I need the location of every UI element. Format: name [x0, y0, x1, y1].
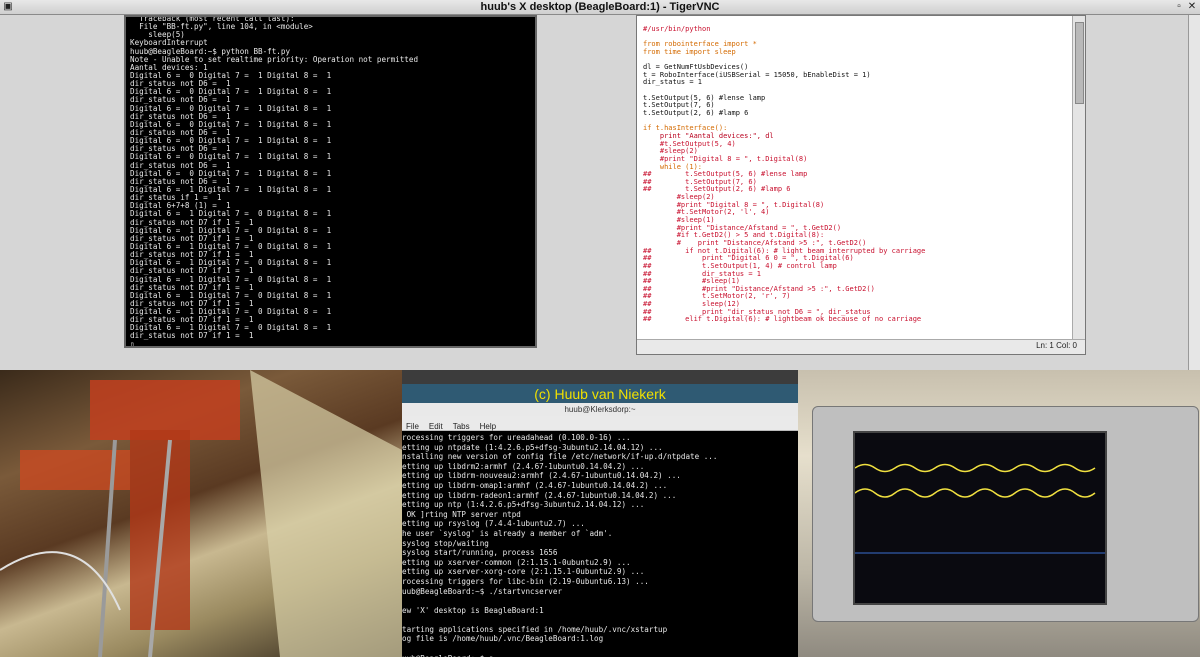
code-text: #/usr/bin/python from robointerface impor…: [643, 25, 925, 324]
code-line: t.SetOutput(2, 6) #lamp 6: [643, 109, 749, 118]
xterm-line: og file is /home/huub/.vnc/BeagleBoard:1…: [402, 634, 604, 644]
window-title: huub's X desktop (BeagleBoard:1) - Tiger…: [480, 1, 720, 13]
menu-help[interactable]: Help: [480, 420, 496, 434]
xterm-line: etting up libdrm2:armhf (2.4.67-1ubuntu0…: [402, 461, 645, 471]
menu-edit[interactable]: Edit: [429, 420, 443, 434]
minimize-icon[interactable]: ▫: [1174, 2, 1184, 12]
xterm-line: [402, 615, 717, 625]
remote-desktop-area[interactable]: Traceback (most recent call last): File …: [0, 15, 1200, 370]
xterm-line: etting up xserver-xorg-core (2:1.15.1-0u…: [402, 567, 645, 577]
xterm-title: huub@Klerksdorp:~: [564, 405, 636, 414]
terminal-window[interactable]: Traceback (most recent call last): File …: [124, 15, 537, 348]
remote-top-panel: [402, 370, 798, 384]
xterm-line: [402, 644, 717, 654]
code-line: from time import sleep: [643, 47, 736, 56]
menu-file[interactable]: File: [406, 420, 419, 434]
xterm-line: rocessing triggers for ureadahead (0.100…: [402, 433, 631, 442]
xterm-line: etting up ntpdate (1:4.2.6.p5+dfsg-3ubun…: [402, 442, 663, 452]
code-editor-window[interactable]: #/usr/bin/python from robointerface impor…: [636, 15, 1086, 355]
menu-tabs[interactable]: Tabs: [453, 420, 470, 434]
xterm-line: etting up libdrm-omap1:armhf (2.4.67-1ub…: [402, 480, 668, 490]
xterm-line: etting up xserver-common (2:1.15.1-0ubun…: [402, 557, 631, 567]
xterm-line: OK ]rting NTP server ntpd: [402, 509, 521, 519]
cursor-position: Ln: 1 Col: 0: [1036, 341, 1077, 350]
close-icon[interactable]: ✕: [1187, 2, 1197, 12]
oscilloscope-screen: [853, 431, 1107, 605]
robot-photo: [0, 370, 402, 657]
oscilloscope-traces: [854, 463, 1105, 554]
code-line: ## elif t.Digital(6): # lightbeam ok bec…: [643, 315, 922, 324]
copyright-banner: (c) Huub van Niekerk: [534, 386, 666, 402]
terminal-line: File "BB-ft.py", line 104, in <module>: [130, 22, 313, 32]
xterm-line: etting up libdrm-nouveau2:armhf (2.4.67-…: [402, 471, 681, 481]
oscilloscope-photo: [798, 370, 1200, 657]
xterm-line: rocessing triggers for libc-bin (2.19-0u…: [402, 576, 649, 586]
oscilloscope: [812, 406, 1199, 622]
terminal-line: ▯: [130, 339, 135, 348]
terminal-line: dir_status not D7 if 1 = 1: [130, 331, 254, 341]
editor-status-bar: Ln: 1 Col: 0: [637, 339, 1085, 354]
xterm-line: etting up libdrm-radeon1:armhf (2.4.67-1…: [402, 490, 677, 500]
vnc-client-screen: (c) Huub van Niekerk huub@Klerksdorp:~ F…: [402, 370, 798, 657]
xterm-line: etting up ntp (1:4.2.6.p5+dfsg-3ubuntu2.…: [402, 500, 645, 510]
code-line: #/usr/bin/python: [643, 25, 711, 33]
xterm-line: uub@BeagleBoard:~$ ./startvncserver: [402, 586, 563, 596]
xterm-title-bar: huub@Klerksdorp:~: [402, 403, 798, 417]
xterm-line: he user `syslog' is already a member of …: [402, 528, 613, 538]
xterm-menu-bar: File Edit Tabs Help: [402, 416, 798, 431]
desktop-scrollbar[interactable]: [1188, 15, 1200, 370]
window-title-bar: ▣ huub's X desktop (BeagleBoard:1) - Tig…: [0, 0, 1200, 15]
xterm-line: syslog start/running, process 1656: [402, 548, 558, 558]
xterm-line: syslog stop/waiting: [402, 538, 489, 548]
xterm-line: uub@BeagleBoard:~$ ▯: [402, 654, 717, 657]
code-area[interactable]: #/usr/bin/python from robointerface impor…: [637, 16, 1073, 341]
code-line: dir_status = 1: [643, 78, 703, 87]
xterm-line: nstalling new version of config file /et…: [402, 452, 718, 462]
xterm-window[interactable]: huub@Klerksdorp:~ File Edit Tabs Help roces…: [402, 403, 798, 657]
robot-photo-drawing: [0, 370, 402, 657]
xterm-line: etting up rsyslog (7.4.4-1ubuntu2.7) ...: [402, 519, 585, 529]
xterm-line: [402, 596, 717, 606]
editor-scrollbar[interactable]: [1072, 16, 1085, 341]
xterm-line: ew 'X' desktop is BeagleBoard:1: [402, 605, 544, 615]
xterm-output: rocessing triggers for ureadahead (0.100…: [402, 433, 717, 657]
xterm-line: tarting applications specified in /home/…: [402, 624, 668, 634]
terminal-output: Traceback (most recent call last): File …: [130, 17, 533, 348]
scrollbar-thumb[interactable]: [1075, 22, 1084, 104]
